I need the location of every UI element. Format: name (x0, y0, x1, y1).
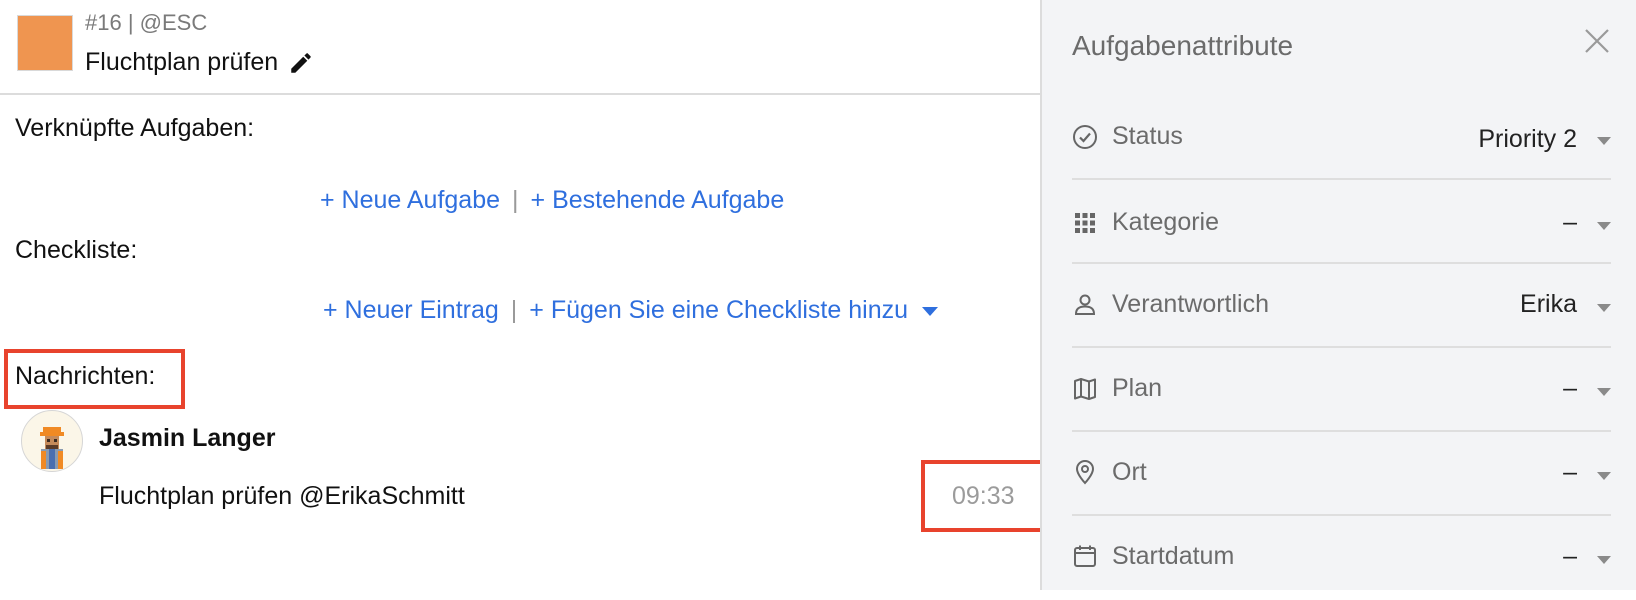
map-icon (1072, 376, 1098, 402)
chevron-down-icon[interactable] (1597, 137, 1611, 145)
highlight-box-messages-label (4, 349, 185, 409)
separator: | (510, 296, 518, 324)
checklist-actions: + Neuer Eintrag | + Fügen Sie eine Check… (323, 296, 938, 325)
chevron-down-icon[interactable] (1597, 304, 1611, 312)
highlight-box-timestamp (921, 460, 1044, 532)
attribute-row-plan[interactable]: Plan – (1072, 348, 1611, 432)
attribute-row-status[interactable]: Status Priority 2 (1072, 96, 1611, 180)
pencil-icon[interactable] (288, 50, 314, 76)
add-checklist-link[interactable]: + Fügen Sie eine Checkliste hinzu (529, 296, 908, 325)
linked-tasks-actions: + Neue Aufgabe | + Bestehende Aufgabe (320, 186, 784, 215)
attribute-label: Ort (1112, 458, 1147, 486)
attribute-row-location[interactable]: Ort – (1072, 432, 1611, 516)
attribute-row-start-date[interactable]: Startdatum – (1072, 516, 1611, 600)
attribute-value[interactable]: Priority 2 (1478, 125, 1577, 154)
attribute-label: Kategorie (1112, 208, 1220, 236)
checklist-label: Checkliste: (15, 236, 138, 264)
message-author: Jasmin Langer (99, 424, 276, 452)
new-entry-link[interactable]: + Neuer Eintrag (323, 296, 499, 325)
attribute-label: Verantwortlich (1112, 290, 1270, 318)
task-reference: #16 | @ESC (85, 10, 208, 35)
grid-icon (1072, 210, 1098, 236)
message-text: Fluchtplan prüfen @ErikaSchmitt (99, 482, 465, 510)
linked-tasks-label: Verknüpfte Aufgaben: (15, 114, 255, 142)
chevron-down-icon[interactable] (1597, 222, 1611, 230)
avatar (21, 410, 83, 472)
task-attributes-panel: Aufgabenattribute Status Priority 2 Kate… (1040, 0, 1636, 590)
attribute-value[interactable]: – (1563, 208, 1577, 237)
chevron-down-icon[interactable] (1597, 472, 1611, 480)
calendar-icon (1072, 543, 1098, 569)
task-color-swatch[interactable] (17, 15, 73, 71)
existing-task-link[interactable]: + Bestehende Aufgabe (531, 186, 785, 215)
task-detail-pane: #16 | @ESC Fluchtplan prüfen Verknüpfte … (0, 0, 1044, 590)
separator: | (512, 186, 519, 214)
panel-title: Aufgabenattribute (1072, 30, 1294, 61)
attribute-label: Status (1112, 122, 1183, 150)
close-icon[interactable] (1582, 26, 1612, 56)
check-circle-icon (1072, 124, 1098, 150)
task-title[interactable]: Fluchtplan prüfen (85, 48, 278, 77)
person-icon (1072, 292, 1098, 318)
new-task-link[interactable]: + Neue Aufgabe (320, 186, 500, 215)
attribute-label: Plan (1112, 374, 1163, 402)
attribute-value[interactable]: – (1563, 374, 1577, 403)
location-pin-icon (1072, 459, 1098, 485)
task-title-row[interactable]: Fluchtplan prüfen (85, 48, 314, 77)
chevron-down-icon[interactable] (1597, 388, 1611, 396)
attribute-value[interactable]: – (1563, 542, 1577, 571)
chevron-down-icon[interactable] (1597, 556, 1611, 564)
task-header: #16 | @ESC Fluchtplan prüfen (0, 0, 1040, 95)
attribute-value[interactable]: – (1563, 458, 1577, 487)
attribute-value[interactable]: Erika (1520, 290, 1577, 319)
attribute-label: Startdatum (1112, 542, 1235, 570)
attribute-row-responsible[interactable]: Verantwortlich Erika (1072, 264, 1611, 348)
attribute-row-category[interactable]: Kategorie – (1072, 180, 1611, 264)
chevron-down-icon[interactable] (922, 307, 938, 316)
